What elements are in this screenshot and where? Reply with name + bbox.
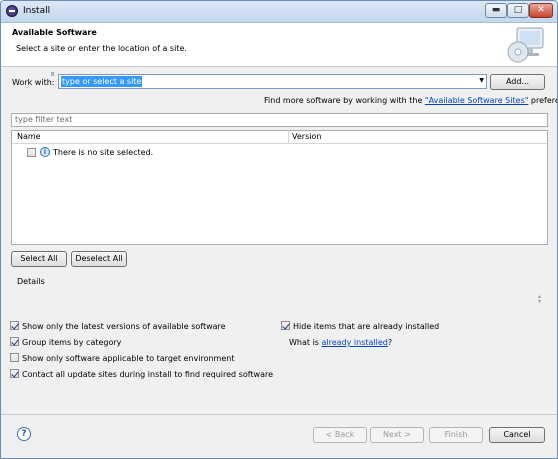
details-scroll-arrows[interactable]: ▴ ▾	[538, 294, 541, 305]
contact-update-sites-label: Contact all update sites during install …	[22, 370, 274, 379]
add-site-button[interactable]: Add...	[490, 74, 545, 90]
work-with-input[interactable]: type or select a site	[61, 76, 143, 87]
page-title: Available Software	[12, 28, 97, 37]
details-area	[11, 288, 548, 324]
title-bar[interactable]: Install ▬ □ ✕	[1, 1, 557, 23]
help-icon[interactable]: ?	[17, 427, 31, 441]
software-table[interactable]: Name Version i There is no site selected…	[11, 130, 548, 245]
row-checkbox[interactable]	[27, 148, 36, 157]
filter-input[interactable]: type filter text	[11, 113, 548, 127]
target-environment-checkbox[interactable]	[10, 353, 19, 362]
latest-versions-label: Show only the latest versions of availab…	[22, 322, 226, 331]
install-software-icon	[507, 27, 544, 63]
window-title: Install	[23, 6, 51, 16]
deselect-all-button[interactable]: Deselect All	[71, 251, 127, 267]
table-header: Name Version	[12, 131, 547, 144]
already-installed-query: What is already installed?	[289, 338, 392, 347]
installed-query-suffix: ?	[387, 338, 393, 347]
eclipse-app-icon	[6, 5, 18, 17]
hide-installed-checkbox[interactable]	[281, 321, 290, 330]
target-environment-label: Show only software applicable to target …	[22, 354, 235, 363]
footer-divider	[1, 414, 557, 415]
close-button[interactable]: ✕	[529, 3, 553, 18]
already-installed-link[interactable]: already installed	[322, 338, 388, 347]
select-all-button[interactable]: Select All	[11, 251, 67, 267]
finish-button[interactable]: Finish	[429, 427, 483, 443]
contact-update-sites-checkbox[interactable]	[10, 369, 19, 378]
back-button[interactable]: < Back	[313, 427, 367, 443]
find-more-text: Find more software by working with the "…	[264, 96, 557, 105]
next-button[interactable]: Next >	[370, 427, 424, 443]
group-by-category-label: Group items by category	[22, 338, 122, 347]
column-header-name[interactable]: Name	[17, 132, 41, 141]
install-dialog: Install ▬ □ ✕ Available Software Select …	[0, 0, 558, 459]
work-with-label: Work with:	[12, 78, 55, 87]
work-with-combo[interactable]: type or select a site ▼	[58, 74, 487, 89]
latest-versions-checkbox[interactable]	[10, 321, 19, 330]
chevron-down-icon[interactable]: ▼	[479, 77, 484, 84]
wizard-header: Available Software Select a site or ente…	[1, 23, 557, 67]
info-icon: i	[40, 147, 50, 157]
details-label: Details	[17, 277, 45, 286]
group-by-category-checkbox[interactable]	[10, 337, 19, 346]
column-header-version[interactable]: Version	[292, 132, 321, 141]
minimize-button[interactable]: ▬	[485, 3, 507, 18]
installed-query-prefix: What is	[289, 338, 322, 347]
available-software-sites-link[interactable]: "Available Software Sites"	[425, 96, 528, 105]
column-separator[interactable]	[288, 131, 289, 144]
required-marker: 8	[51, 72, 55, 78]
maximize-button[interactable]: □	[507, 3, 529, 18]
page-description: Select a site or enter the location of a…	[16, 44, 187, 53]
cancel-button[interactable]: Cancel	[489, 427, 545, 443]
find-more-suffix: preferences.	[530, 96, 557, 105]
row-name: There is no site selected.	[53, 148, 154, 157]
hide-installed-label: Hide items that are already installed	[293, 322, 440, 331]
find-more-prefix: Find more software by working with the	[264, 96, 425, 105]
